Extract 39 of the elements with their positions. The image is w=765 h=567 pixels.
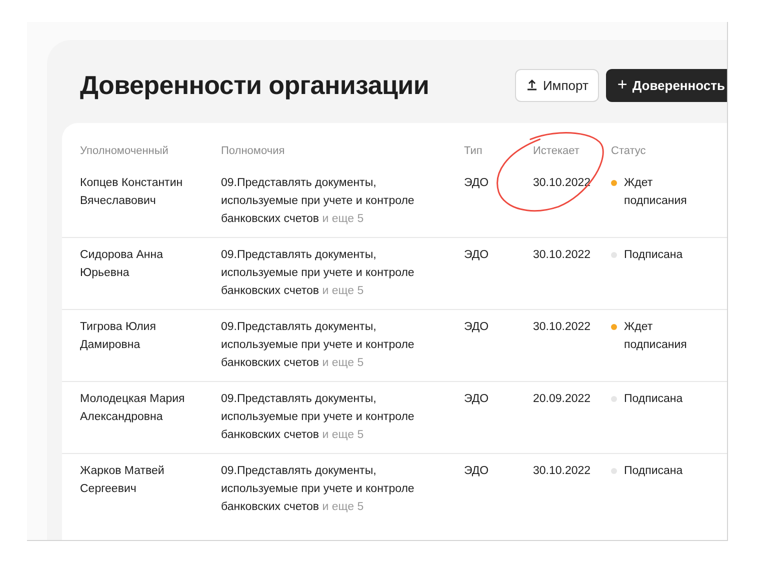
table-cell-text: ЭДО [464,248,490,263]
table-cell-text: ЭДО [464,320,490,335]
table-cell-text: 09.Представлять документы, используемые при учете и контроле банковских счетов и еще 5 [221,392,416,443]
table-cell-text: 20.09.2022 [533,392,592,407]
status-text: Ждет подписания [624,176,688,209]
column-header: Тип [464,144,484,159]
import-button[interactable]: Импорт [514,68,600,102]
table-cell-text: 09.Представлять документы, используемые при учете и контроле банковских счетов и еще 5 [221,320,416,371]
table-cell-text: 09.Представлять документы, используемые при учете и контроле банковских счетов и еще 5 [221,248,416,299]
table-cell-text: 09.Представлять документы, используемые при учете и контроле банковских счетов и еще 5 [221,176,416,227]
more-link[interactable]: и еще 5 [322,501,364,513]
status-text: Подписана [624,464,684,479]
upload-icon [526,79,538,91]
more-link[interactable]: и еще 5 [322,213,364,225]
column-header: Статус [611,144,647,159]
add-power-of-attorney-button[interactable]: + Доверенность [606,68,727,102]
table-cell-text: ЭДО [464,392,490,407]
more-link[interactable]: и еще 5 [322,285,364,297]
table-cell-text: Молодецкая Мария Александровна [80,392,186,425]
table-cell-text: Копцев Константин Вячеславович [80,176,184,209]
table-cell-text: 30.10.2022 [533,248,592,263]
table-cell-text: 30.10.2022 [533,176,592,191]
table-cell-text: ЭДО [464,464,490,479]
table-cell-text: 30.10.2022 [533,464,592,479]
table-cell-text: 30.10.2022 [533,320,592,335]
more-link[interactable]: и еще 5 [322,429,364,441]
table-cell-text: ЭДО [464,176,490,191]
status-text: Ждет подписания [624,320,688,353]
page-title: Доверенности организации [80,70,430,100]
table-cell-text: Сидорова Анна Юрьевна [80,248,164,281]
table-cell-text: Тигрова Юлия Дамировна [80,320,157,353]
column-header: Уполномоченный [80,144,170,159]
status-text: Подписана [624,248,684,263]
table-cell-text: Жарков Матвей Сергеевич [80,464,166,497]
status-text: Подписана [624,392,684,407]
more-link[interactable]: и еще 5 [322,357,364,369]
column-header: Полномочия [221,144,286,159]
column-header: Истекает [533,144,580,159]
table-cell-text: 09.Представлять документы, используемые при учете и контроле банковских счетов и еще 5 [221,464,416,515]
